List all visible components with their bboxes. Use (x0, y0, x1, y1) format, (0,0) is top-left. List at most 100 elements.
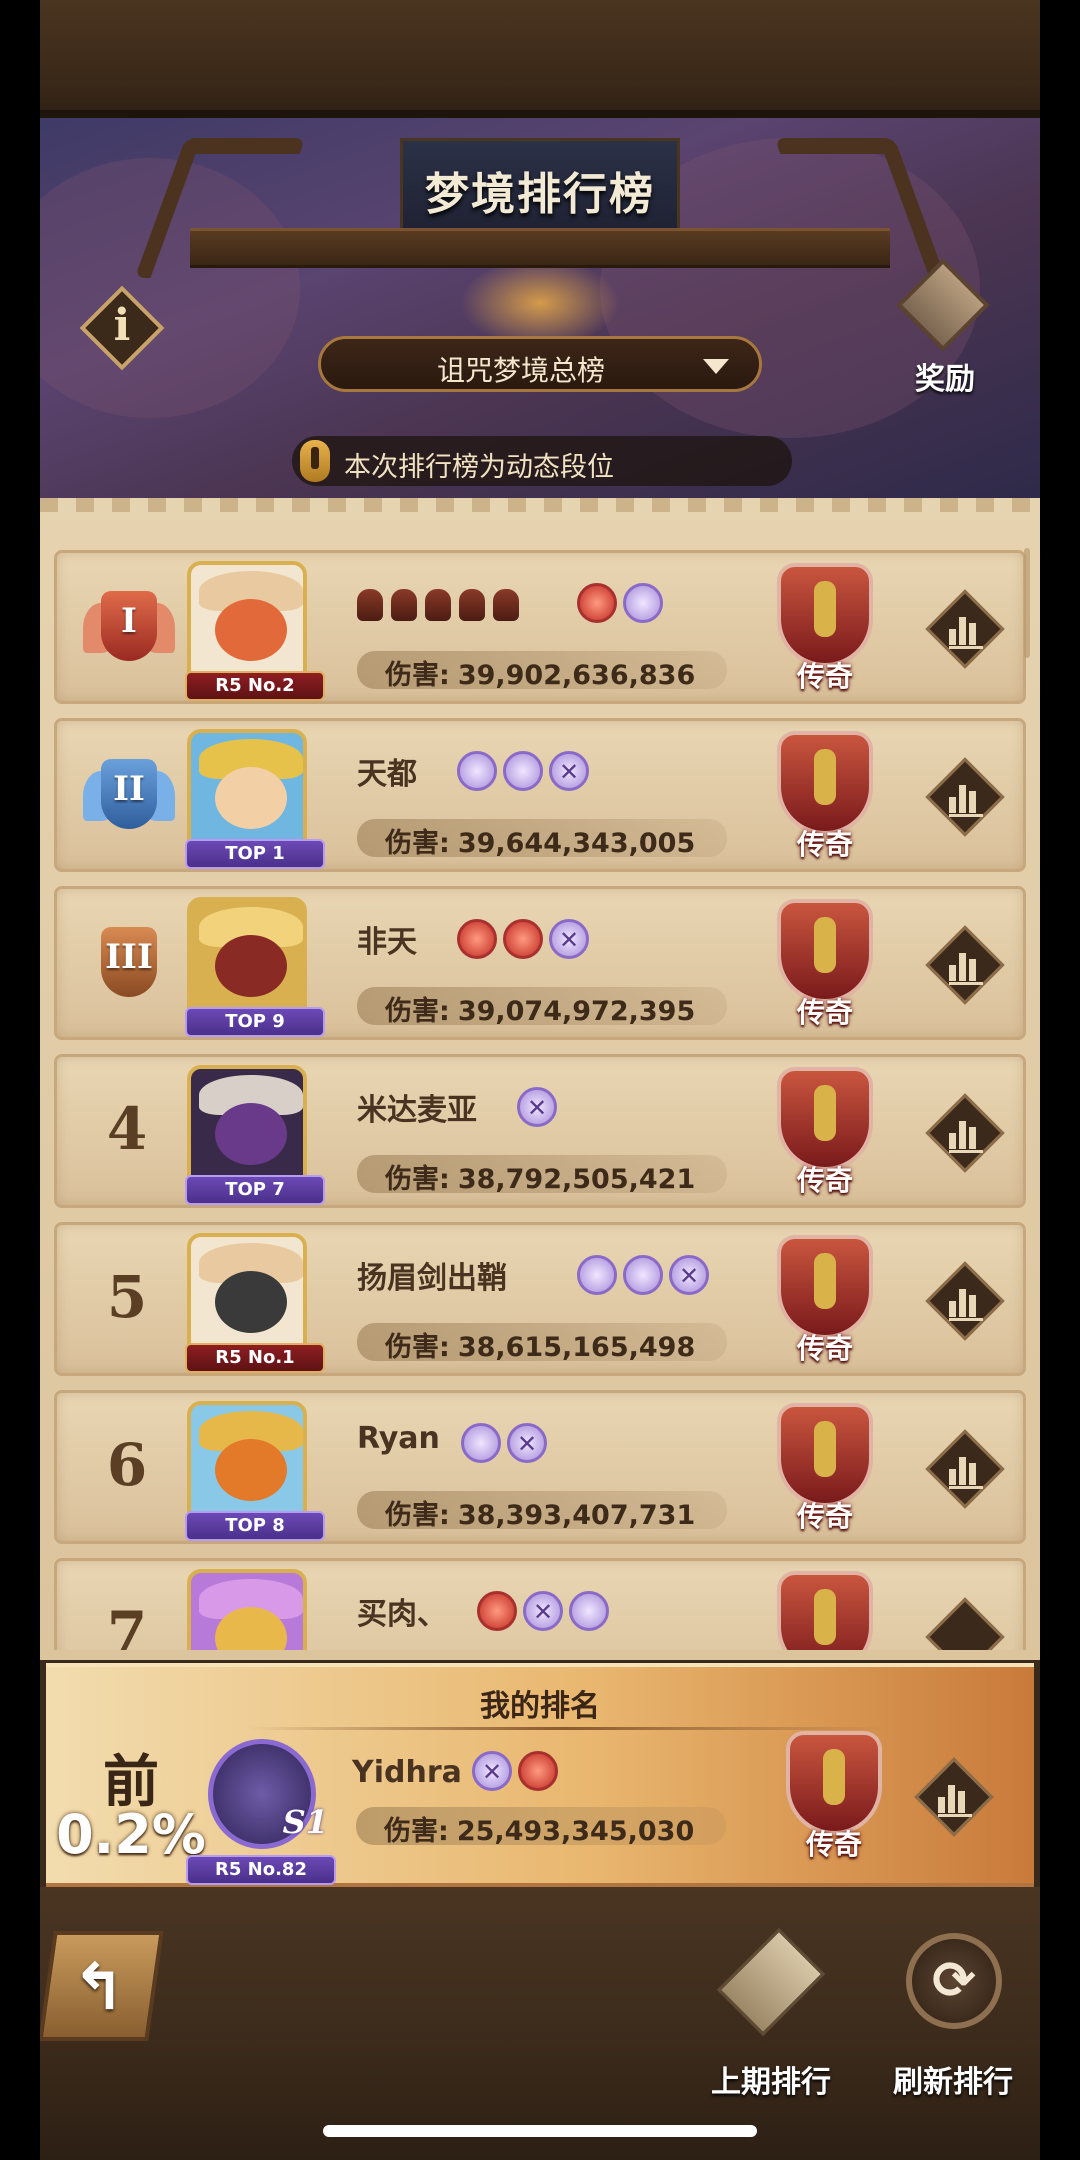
my-avatar[interactable]: S1 (202, 1733, 328, 1863)
player-avatar[interactable] (187, 729, 307, 853)
stats-button[interactable] (925, 757, 1005, 837)
flame-emblem-icon (518, 1751, 558, 1791)
legend-crest-icon (777, 1235, 873, 1339)
damage-value: 伤害: 39,902,636,836 (385, 660, 696, 691)
crossed-swords-icon (669, 1255, 709, 1295)
bar-chart-icon (949, 1285, 983, 1321)
achievement-emblems (577, 583, 669, 627)
legend-tier-badge: 传奇 (757, 895, 887, 1035)
rank-number: 4 (106, 1095, 148, 1163)
emblem-icon (457, 919, 497, 959)
stats-button[interactable] (925, 925, 1005, 1005)
emblem-icon (623, 1255, 663, 1295)
bar-chart-icon (949, 1117, 983, 1153)
rank-tag: TOP 1 (185, 839, 325, 869)
silver-medal-icon: II (83, 755, 175, 841)
previous-ranking-label: 上期排行 (711, 2065, 831, 2100)
top-wood-frame (40, 0, 1040, 118)
previous-ranking-button[interactable]: 上期排行 (696, 1917, 846, 2117)
stats-button[interactable] (925, 1597, 1005, 1650)
rank-number: 7 (106, 1599, 148, 1650)
bar-chart-icon (949, 613, 983, 649)
percentile-value: 0.2% (56, 1803, 206, 1866)
rank-tag: R5 No.1 (185, 1343, 325, 1373)
my-rank-panel[interactable]: 我的排名 前 0.2% S1 R5 No.82 Yidhra 伤害:25,493… (46, 1663, 1034, 1887)
emblem-icon (503, 919, 543, 959)
my-rank-header: 我的排名 (480, 1689, 600, 1724)
leaderboard-row[interactable]: I R5 No.2 伤害: 39,902,636,836 传奇 (54, 550, 1026, 704)
player-name: 买肉、 (357, 1597, 447, 1632)
star-emblem-icon (623, 583, 663, 623)
emblem-icon (503, 751, 543, 791)
player-avatar[interactable] (187, 897, 307, 1021)
my-damage-value: 伤害: 25,493,345,030 (384, 1816, 695, 1847)
crossed-swords-icon (549, 751, 589, 791)
screen: 梦境排行榜 i 奖励 诅咒梦境总榜 本次排行榜为动态段位 I R5 No.2 伤… (40, 0, 1040, 2160)
refresh-ranking-button[interactable]: ⟳ 刷新排行 (878, 1917, 1028, 2117)
bronze-medal-icon: III (89, 923, 169, 1009)
stats-button[interactable] (925, 1261, 1005, 1341)
player-avatar[interactable] (187, 1401, 307, 1525)
bar-chart-icon (949, 781, 983, 817)
season-label: S1 (282, 1803, 328, 1841)
crossed-swords-icon (523, 1591, 563, 1631)
exclamation-icon (300, 440, 330, 482)
legend-tier-badge (757, 1567, 887, 1650)
leaderboard-select[interactable]: 诅咒梦境总榜 (318, 336, 762, 392)
player-avatar[interactable] (187, 1233, 307, 1357)
damage-value: 伤害: 39,644,343,005 (385, 828, 696, 859)
player-avatar[interactable] (187, 1065, 307, 1189)
player-avatar[interactable] (187, 561, 307, 685)
emblem-icon (457, 751, 497, 791)
legend-tier-badge: 传奇 (757, 1399, 887, 1539)
reward-label: 奖励 (915, 362, 975, 397)
legend-crest-icon (786, 1731, 882, 1835)
my-rank-tag: R5 No.82 (186, 1855, 336, 1885)
damage-value: 伤害: 38,792,505,421 (385, 1164, 696, 1195)
back-button[interactable]: ↰ (40, 1931, 164, 2041)
info-button[interactable]: i (79, 285, 165, 371)
damage-value: 伤害: 38,615,165,498 (385, 1332, 696, 1363)
rank-number: 5 (106, 1263, 148, 1331)
gold-medal-icon: I (83, 587, 175, 673)
rank-tag: R5 No.2 (185, 671, 325, 701)
stats-button[interactable] (925, 589, 1005, 669)
leaderboard-select-value: 诅咒梦境总榜 (436, 354, 605, 387)
player-avatar[interactable] (187, 1569, 307, 1650)
leaderboard-row[interactable]: 4 TOP 7 米达麦亚 伤害:38,792,505,421 传奇 (54, 1054, 1026, 1208)
my-stats-button[interactable] (914, 1757, 994, 1837)
rank-tag: TOP 8 (185, 1511, 325, 1541)
emblem-icon (461, 1423, 501, 1463)
back-arrow-icon: ↰ (71, 1951, 126, 2025)
legend-tier-badge: 传奇 (757, 727, 887, 867)
stats-button[interactable] (925, 1429, 1005, 1509)
caret-down-icon (703, 359, 729, 374)
leaderboard-row[interactable]: 5 R5 No.1 扬眉剑出鞘 伤害:38,615,165,498 传奇 (54, 1222, 1026, 1376)
stats-button[interactable] (925, 1093, 1005, 1173)
player-name: 天都 (357, 757, 417, 792)
refresh-ranking-label: 刷新排行 (893, 2065, 1013, 2100)
leaderboard-list[interactable]: I R5 No.2 伤害: 39,902,636,836 传奇 II TOP 1… (54, 550, 1026, 1650)
list-scrollbar[interactable] (1024, 548, 1030, 658)
bar-chart-icon (938, 1781, 972, 1817)
damage-value: 伤害: 38,393,407,731 (385, 1500, 696, 1531)
leaderboard-row[interactable]: 6 TOP 8 Ryan 伤害:38,393,407,731 传奇 (54, 1390, 1026, 1544)
achievement-emblems (577, 1255, 715, 1299)
leaderboard-row[interactable]: 7 买肉、 (54, 1558, 1026, 1650)
achievement-emblems (457, 919, 595, 963)
achievement-emblems (457, 751, 595, 795)
player-name: 扬眉剑出鞘 (357, 1261, 507, 1296)
leaderboard-row[interactable]: II TOP 1 天都 伤害:39,644,343,005 传奇 (54, 718, 1026, 872)
legend-tier-badge: 传奇 (757, 1063, 887, 1203)
scroll-icon (716, 1927, 826, 2037)
reward-button[interactable]: 奖励 (880, 258, 1010, 402)
leaderboard-row[interactable]: III TOP 9 非天 伤害:39,074,972,395 传奇 (54, 886, 1026, 1040)
crossed-swords-icon (517, 1087, 557, 1127)
crossed-swords-icon (472, 1751, 512, 1791)
info-icon: i (113, 300, 131, 351)
home-indicator[interactable] (323, 2125, 757, 2137)
rank-tag: TOP 7 (185, 1175, 325, 1205)
legend-crest-icon (777, 1067, 873, 1171)
anonymous-name-pips (357, 589, 527, 625)
legend-crest-icon (777, 563, 873, 667)
